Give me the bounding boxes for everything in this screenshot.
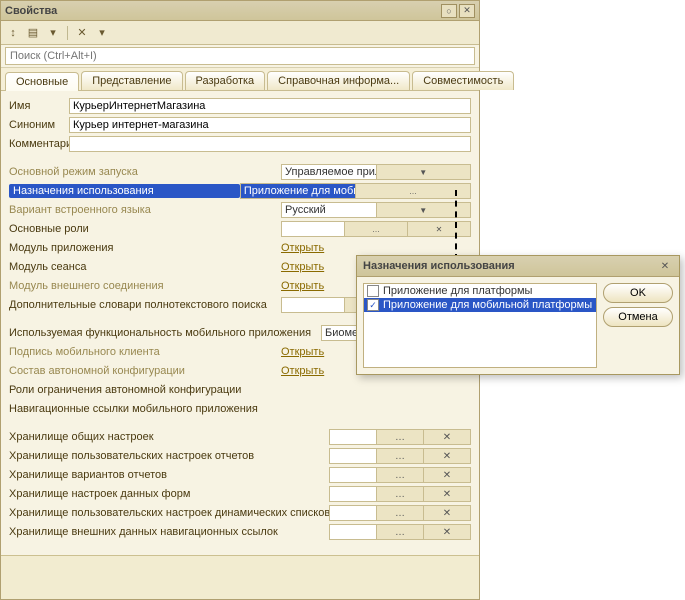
st6-combo[interactable]: …✕ (329, 524, 471, 540)
pin-icon[interactable]: ○ (441, 4, 457, 18)
panel-title: Свойства (5, 5, 439, 17)
categories-icon[interactable]: ▤ (25, 25, 41, 41)
st4-combo[interactable]: …✕ (329, 486, 471, 502)
st5-combo[interactable]: …✕ (329, 505, 471, 521)
st2-label: Хранилище пользовательских настроек отче… (9, 450, 329, 462)
ellipsis-icon[interactable]: … (376, 430, 423, 444)
footer (1, 555, 479, 599)
sessmod-label: Модуль сеанса (9, 261, 281, 273)
ok-button[interactable]: OK (603, 283, 673, 303)
clear-icon[interactable]: ✕ (423, 525, 470, 539)
dict-label: Дополнительные словари полнотекстового п… (9, 299, 281, 311)
tab-main[interactable]: Основные (5, 72, 79, 91)
tab-dev[interactable]: Разработка (185, 71, 266, 90)
ellipsis-icon[interactable]: … (376, 525, 423, 539)
toolbar: ↕ ▤ ▾ ✕ ▾ (1, 21, 479, 45)
sign-open-link[interactable]: Открыть (281, 346, 324, 358)
st1-combo[interactable]: …✕ (329, 429, 471, 445)
chevron-down-icon[interactable]: ▼ (376, 165, 471, 179)
mobfunc-label: Используемая функциональность мобильного… (9, 327, 321, 339)
checkbox-icon[interactable] (367, 285, 379, 297)
appmod-open-link[interactable]: Открыть (281, 242, 324, 254)
st4-label: Хранилище настроек данных форм (9, 488, 329, 500)
auto-label: Состав автономной конфигурации (9, 365, 281, 377)
usage-list[interactable]: Приложение для платформы ✓ Приложение дл… (363, 283, 597, 368)
popup-close-icon[interactable]: ✕ (657, 259, 673, 273)
tab-compat[interactable]: Совместимость (412, 71, 514, 90)
titlebar: Свойства ○ ✕ (1, 1, 479, 21)
name-label: Имя (9, 100, 69, 112)
tabs-row: Основные Представление Разработка Справо… (1, 68, 479, 91)
extmod-open-link[interactable]: Открыть (281, 280, 324, 292)
lang-combo[interactable]: Русский▼ (281, 202, 471, 218)
search-input[interactable] (5, 47, 475, 65)
st1-label: Хранилище общих настроек (9, 431, 329, 443)
lang-label: Вариант встроенного языка (9, 204, 281, 216)
clear-icon[interactable]: ✕ (407, 222, 470, 236)
synonym-label: Синоним (9, 119, 69, 131)
mode-combo[interactable]: Управляемое приложение▼ (281, 164, 471, 180)
sign-label: Подпись мобильного клиента (9, 346, 281, 358)
popup-titlebar: Назначения использования ✕ (357, 256, 679, 277)
clear-icon[interactable]: ✕ (423, 430, 470, 444)
usage-label: Назначения использования (9, 184, 240, 198)
cancel-button[interactable]: Отмена (603, 307, 673, 327)
name-field[interactable] (69, 98, 471, 114)
dropdown-icon[interactable]: ▾ (45, 25, 61, 41)
clear-icon[interactable]: ✕ (423, 487, 470, 501)
ellipsis-icon[interactable]: … (376, 487, 423, 501)
clear-icon[interactable]: ✕ (423, 468, 470, 482)
tab-presentation[interactable]: Представление (81, 71, 182, 90)
roles-combo[interactable]: …✕ (281, 221, 471, 237)
nav-label: Навигационные ссылки мобильного приложен… (9, 403, 471, 415)
extmod-label: Модуль внешнего соединения (9, 280, 281, 292)
st6-label: Хранилище внешних данных навигационных с… (9, 526, 329, 538)
ellipsis-icon[interactable]: … (344, 222, 407, 236)
synonym-field[interactable] (69, 117, 471, 133)
appmod-label: Модуль приложения (9, 242, 281, 254)
menu-icon[interactable]: ▾ (94, 25, 110, 41)
checkbox-icon[interactable]: ✓ (367, 299, 379, 311)
clear-icon[interactable]: ✕ (74, 25, 90, 41)
mode-label: Основной режим запуска (9, 166, 281, 178)
clear-icon[interactable]: ✕ (423, 506, 470, 520)
auto-open-link[interactable]: Открыть (281, 365, 324, 377)
tab-help[interactable]: Справочная информа... (267, 71, 410, 90)
close-icon[interactable]: ✕ (459, 4, 475, 18)
st2-combo[interactable]: …✕ (329, 448, 471, 464)
st3-label: Хранилище вариантов отчетов (9, 469, 329, 481)
ellipsis-icon[interactable]: … (355, 184, 470, 198)
ellipsis-icon[interactable]: … (376, 449, 423, 463)
st3-combo[interactable]: …✕ (329, 467, 471, 483)
sessmod-open-link[interactable]: Открыть (281, 261, 324, 273)
usage-popup: Назначения использования ✕ Приложение дл… (356, 255, 680, 375)
usage-combo[interactable]: Приложение для мобильной платформы… (240, 183, 471, 199)
comment-label: Комментарий (9, 138, 69, 150)
ellipsis-icon[interactable]: … (376, 468, 423, 482)
annotation-arrow (455, 190, 457, 260)
ellipsis-icon[interactable]: … (376, 506, 423, 520)
roles-label: Основные роли (9, 223, 281, 235)
roles2-label: Роли ограничения автономной конфигурации (9, 384, 471, 396)
st5-label: Хранилище пользовательских настроек дина… (9, 507, 329, 519)
clear-icon[interactable]: ✕ (423, 449, 470, 463)
comment-field[interactable] (69, 136, 471, 152)
usage-option-platform[interactable]: Приложение для платформы (364, 284, 596, 298)
popup-title: Назначения использования (363, 260, 657, 272)
sort-icon[interactable]: ↕ (5, 25, 21, 41)
usage-option-mobile[interactable]: ✓ Приложение для мобильной платформы (364, 298, 596, 312)
search-row (1, 45, 479, 68)
